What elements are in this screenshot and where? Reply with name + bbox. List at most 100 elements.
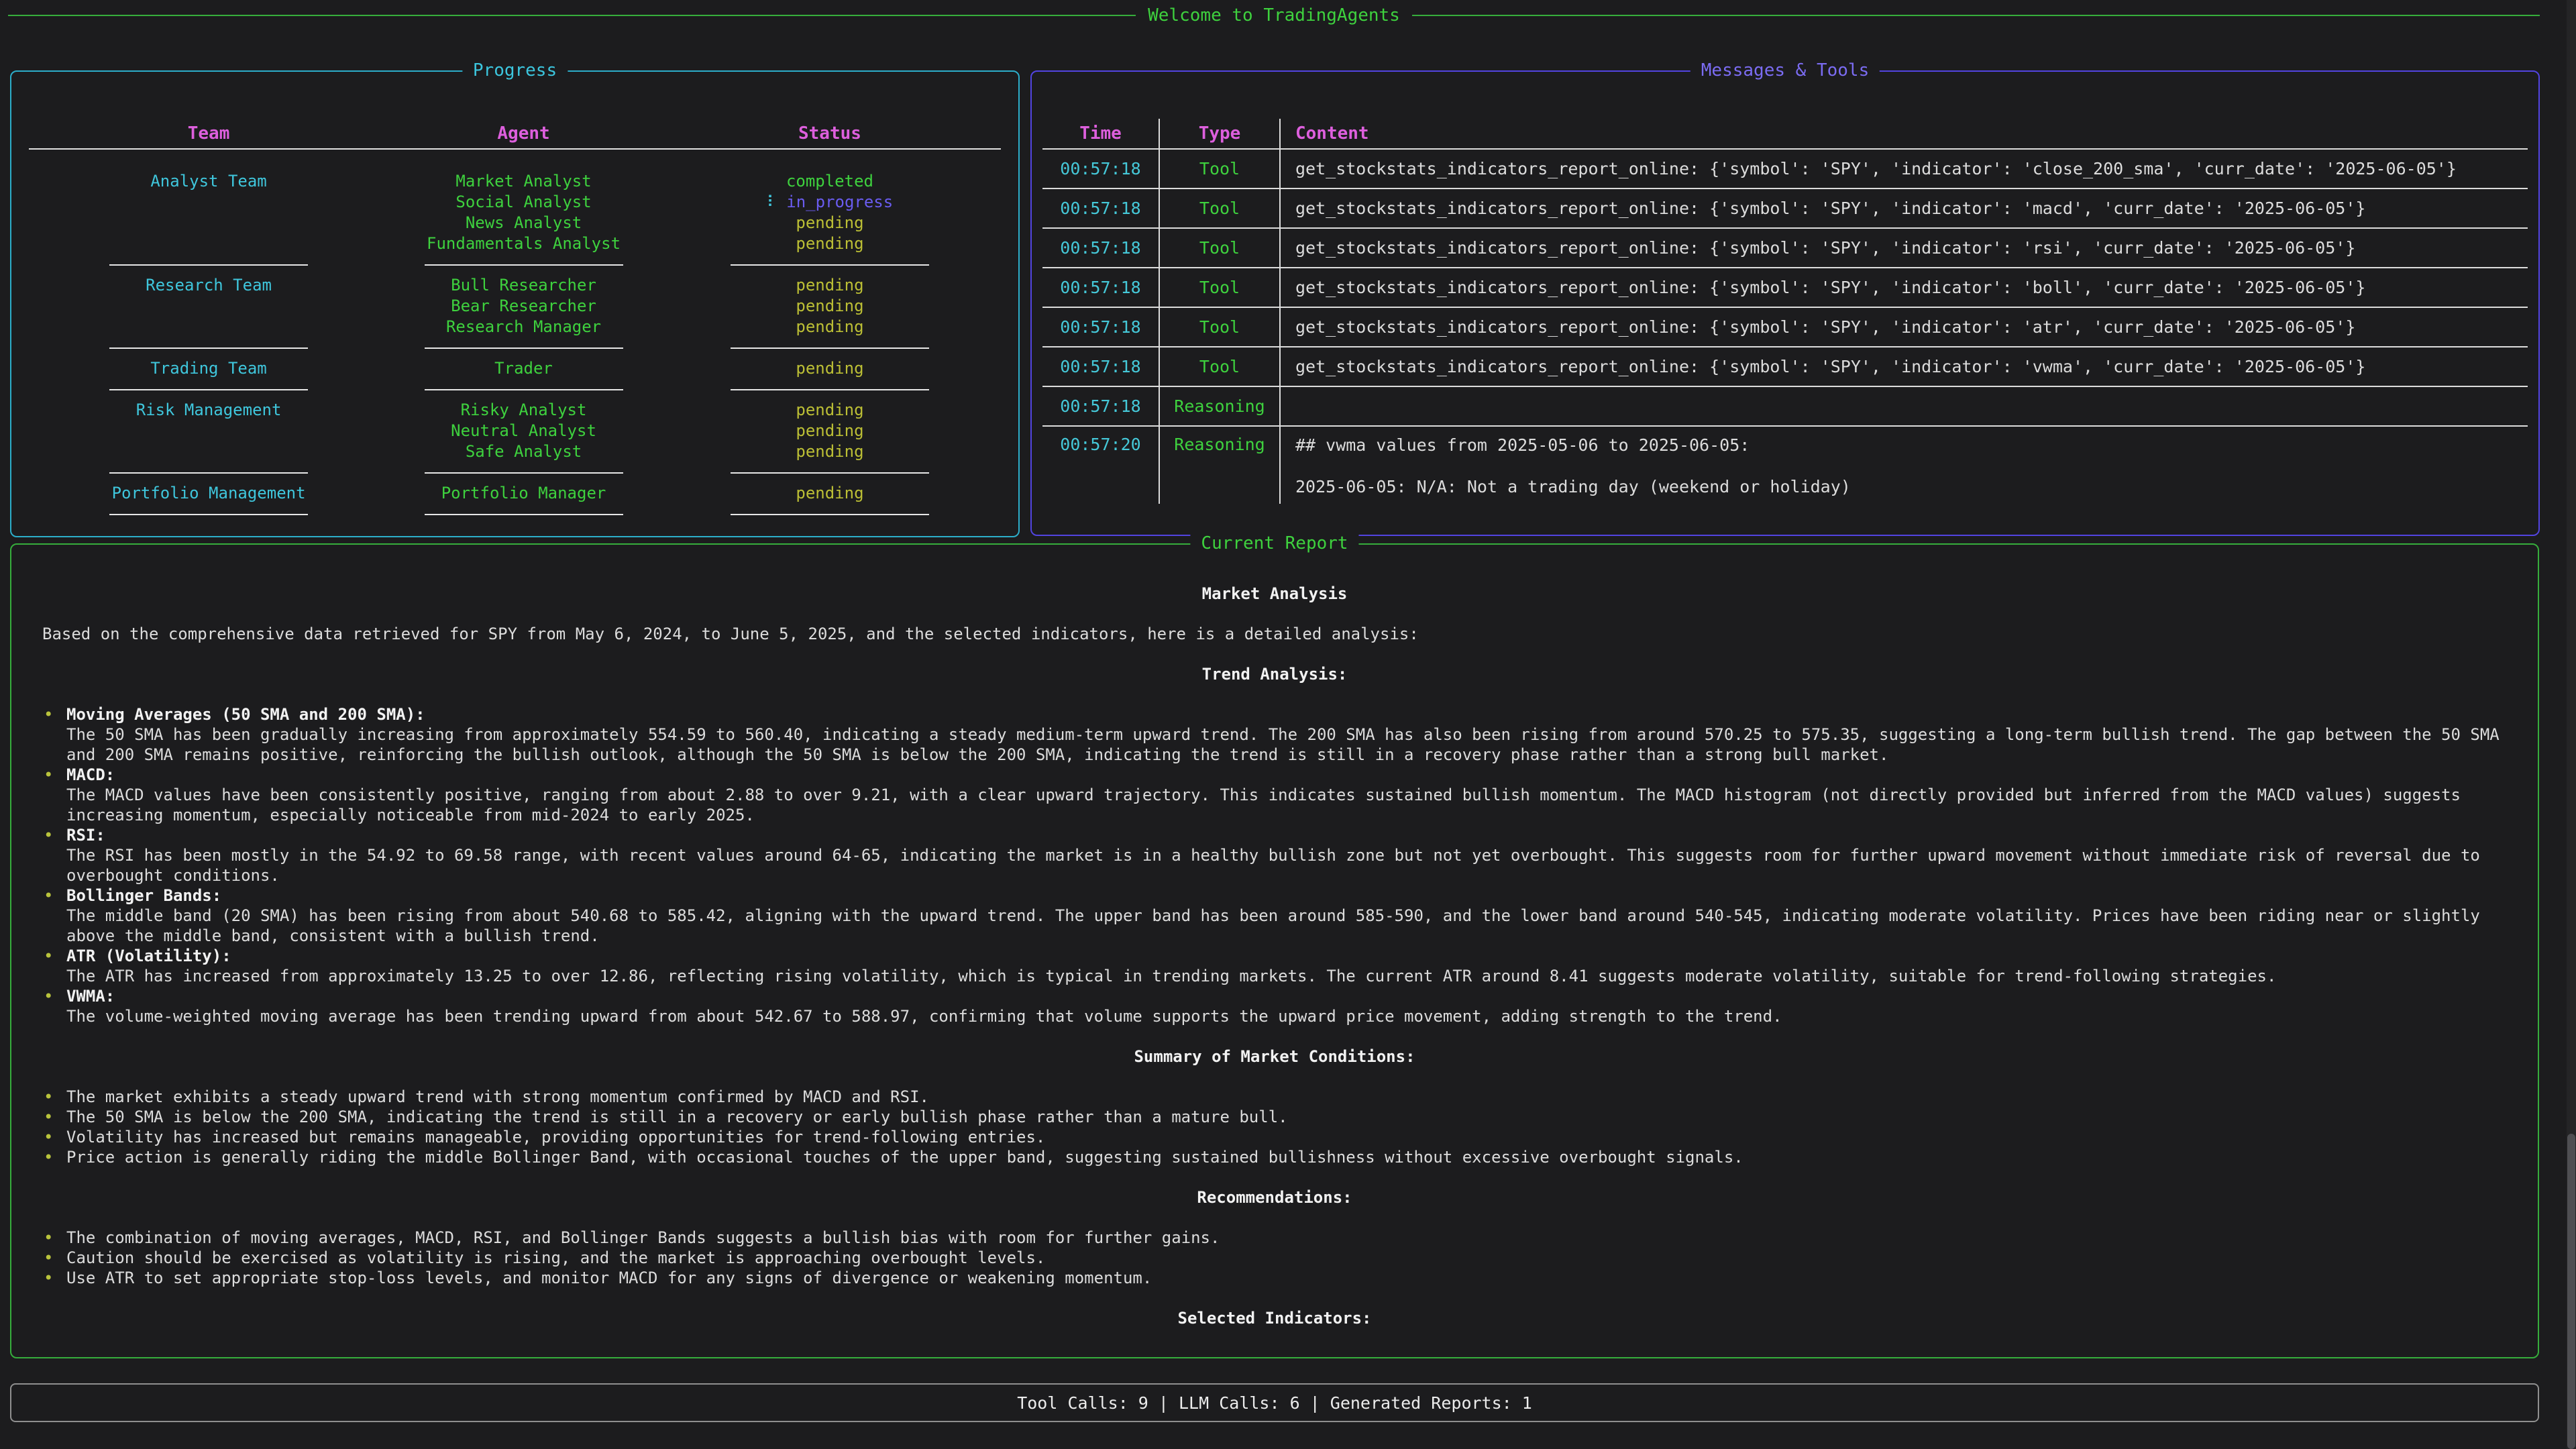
report-bullet: •The combination of moving averages, MAC…: [42, 1228, 2507, 1248]
message-row: 00:57:18 Tool get_stockstats_indicators_…: [1042, 347, 2528, 387]
bullet-icon: •: [44, 1228, 53, 1248]
status-label: pending: [796, 276, 863, 294]
spinner-icon: ⠇: [767, 193, 779, 211]
message-row: 00:57:18 Tool get_stockstats_indicators_…: [1042, 268, 2528, 308]
team-cell: Analyst Team: [29, 171, 388, 192]
bullet-title: RSI:: [66, 826, 105, 845]
message-time: 00:57:18: [1042, 150, 1160, 188]
team-cell: [29, 213, 388, 233]
section-bullets: •Moving Averages (50 SMA and 200 SMA):Th…: [42, 704, 2507, 1026]
message-row: 00:57:18 Tool get_stockstats_indicators_…: [1042, 308, 2528, 347]
column-header-status: Status: [659, 123, 1001, 144]
status-cell: pending: [659, 421, 1001, 441]
progress-separator: [29, 337, 1001, 358]
section-heading: Recommendations:: [42, 1187, 2507, 1208]
progress-table-header: Team Agent Status: [29, 119, 1001, 148]
bullet-body: The 50 SMA is below the 200 SMA, indicat…: [66, 1108, 1288, 1126]
status-cell: completed: [659, 171, 1001, 192]
scrollbar: [2567, 0, 2576, 1449]
bullet-icon: •: [44, 1087, 53, 1107]
message-type: Tool: [1160, 150, 1281, 188]
message-content: get_stockstats_indicators_report_online:…: [1281, 308, 2528, 346]
status-cell: pending: [659, 296, 1001, 317]
message-type: Tool: [1160, 229, 1281, 267]
agent-cell: Neutral Analyst: [388, 421, 659, 441]
status-cell: ⠇in_progress: [659, 192, 1001, 213]
bullet-icon: •: [44, 825, 53, 845]
agent-cell: Risky Analyst: [388, 400, 659, 421]
section-bullets: •The combination of moving averages, MAC…: [42, 1228, 2507, 1288]
message-type: Reasoning: [1160, 387, 1281, 425]
message-row: 00:57:18 Tool get_stockstats_indicators_…: [1042, 150, 2528, 189]
status-separator-line: [731, 472, 929, 474]
progress-row: News Analyst pending: [29, 213, 1001, 233]
status-label: pending: [796, 442, 863, 461]
progress-panel-title: Progress: [462, 60, 568, 80]
progress-panel: Progress Team Agent Status Analyst Team …: [10, 70, 1020, 537]
agent-cell: Bull Researcher: [388, 275, 659, 296]
report-bullet: •Price action is generally riding the mi…: [42, 1147, 2507, 1167]
message-type: Tool: [1160, 347, 1281, 386]
agent-cell: Safe Analyst: [388, 441, 659, 462]
bullet-icon: •: [44, 885, 53, 906]
bullet-title: ATR (Volatility):: [66, 947, 231, 965]
progress-row: Fundamentals Analyst pending: [29, 233, 1001, 254]
team-cell: Portfolio Management: [29, 483, 388, 504]
progress-row: Neutral Analyst pending: [29, 421, 1001, 441]
agent-separator-line: [425, 514, 623, 515]
progress-separator: [29, 504, 1001, 525]
agent-cell: News Analyst: [388, 213, 659, 233]
message-time: 00:57:18: [1042, 387, 1160, 425]
column-header-agent: Agent: [388, 123, 659, 144]
status-cell: pending: [659, 213, 1001, 233]
bullet-body: The market exhibits a steady upward tren…: [66, 1087, 929, 1106]
message-row: 00:57:20 Reasoning ## vwma values from 2…: [1042, 427, 2528, 504]
bullet-title: Bollinger Bands:: [66, 886, 221, 905]
message-time: 00:57:18: [1042, 229, 1160, 267]
agent-cell: Fundamentals Analyst: [388, 233, 659, 254]
status-bar: Tool Calls: 9 | LLM Calls: 6 | Generated…: [10, 1383, 2539, 1422]
bullet-icon: •: [44, 986, 53, 1006]
column-header-time: Time: [1042, 119, 1160, 148]
messages-panel: Messages & Tools Time Type Content 00:57…: [1030, 70, 2540, 536]
message-content: ## vwma values from 2025-05-06 to 2025-0…: [1281, 427, 2528, 504]
report-bullet: •Volatility has increased but remains ma…: [42, 1127, 2507, 1147]
report-heading: Market Analysis: [42, 584, 2507, 604]
status-cell: pending: [659, 358, 1001, 379]
report-section: Trend Analysis: •Moving Averages (50 SMA…: [42, 664, 2507, 1026]
report-content: Market Analysis Based on the comprehensi…: [11, 545, 2538, 1328]
agent-cell: Market Analyst: [388, 171, 659, 192]
message-time: 00:57:18: [1042, 308, 1160, 346]
agent-cell: Bear Researcher: [388, 296, 659, 317]
scrollbar-thumb[interactable]: [2567, 1134, 2575, 1449]
message-content: get_stockstats_indicators_report_online:…: [1281, 268, 2528, 307]
column-header-type: Type: [1160, 119, 1281, 148]
bullet-title: VWMA:: [66, 987, 115, 1006]
status-separator-line: [731, 264, 929, 266]
team-separator-line: [109, 472, 308, 474]
team-cell: [29, 317, 388, 337]
team-cell: Risk Management: [29, 400, 388, 421]
column-header-content: Content: [1281, 119, 2528, 148]
status-label: pending: [796, 421, 863, 440]
progress-row: Research Manager pending: [29, 317, 1001, 337]
report-sections: Trend Analysis: •Moving Averages (50 SMA…: [42, 664, 2507, 1328]
bullet-body: The MACD values have been consistently p…: [66, 786, 2461, 824]
message-content: get_stockstats_indicators_report_online:…: [1281, 150, 2528, 188]
bullet-body: The ATR has increased from approximately…: [66, 967, 2276, 985]
team-separator-line: [109, 347, 308, 349]
progress-row: Portfolio Management Portfolio Manager p…: [29, 483, 1001, 504]
team-cell: Research Team: [29, 275, 388, 296]
section-heading: Summary of Market Conditions:: [42, 1046, 2507, 1067]
rule-line-right: [1412, 15, 2540, 16]
bullet-icon: •: [44, 765, 53, 785]
progress-row: Trading Team Trader pending: [29, 358, 1001, 379]
message-type: Tool: [1160, 268, 1281, 307]
status-separator-line: [731, 389, 929, 390]
progress-table: Team Agent Status Analyst Team Market An…: [29, 119, 1001, 525]
agent-cell: Portfolio Manager: [388, 483, 659, 504]
status-label: completed: [786, 172, 873, 191]
team-cell: [29, 192, 388, 213]
welcome-rule: Welcome to TradingAgents: [8, 5, 2540, 25]
progress-row: Social Analyst ⠇in_progress: [29, 192, 1001, 213]
